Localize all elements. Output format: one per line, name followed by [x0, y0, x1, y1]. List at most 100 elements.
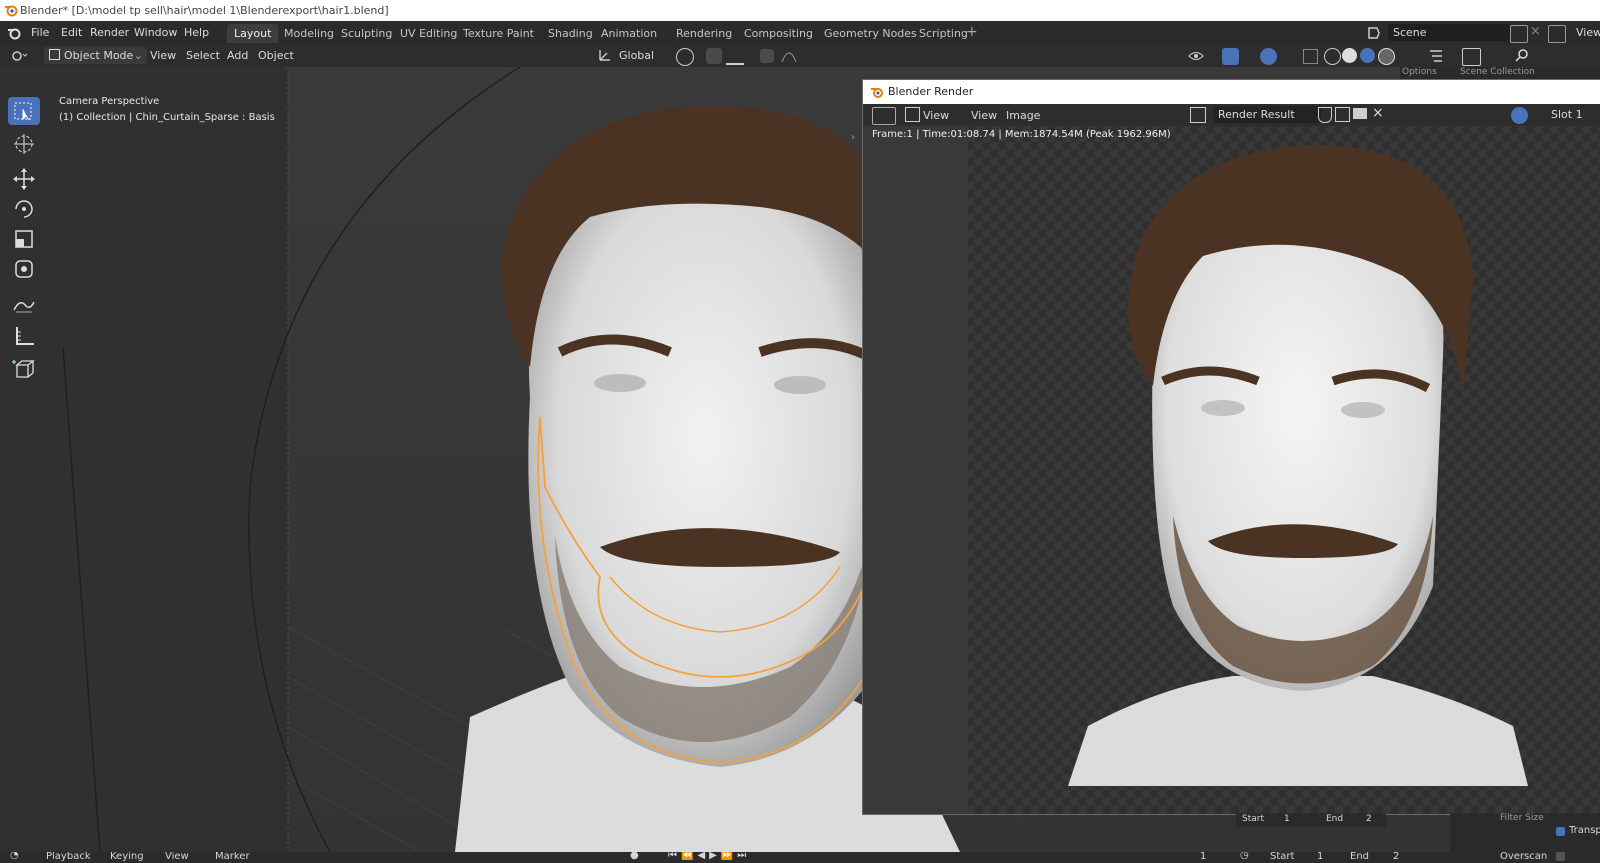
open-folder-icon[interactable]: [1353, 108, 1367, 119]
transform-orientation-icon[interactable]: [598, 48, 612, 62]
menu-object[interactable]: Object: [258, 49, 294, 62]
rotate-icon: [15, 200, 33, 218]
image-editor-type-icon[interactable]: [872, 107, 896, 125]
window-title: Blender* [D:\model tp sell\hair\model 1\…: [20, 4, 389, 17]
image-view-icon[interactable]: [905, 107, 920, 122]
snap-target-icon[interactable]: [726, 49, 744, 65]
menu-add[interactable]: Add: [227, 49, 248, 62]
view-mode-dropdown[interactable]: View: [923, 109, 949, 122]
menu-render[interactable]: Render: [90, 26, 129, 39]
chevron-right-icon[interactable]: ›: [851, 132, 855, 143]
render-window-title-bar: Blender Render: [863, 80, 1600, 104]
close-scene-icon[interactable]: ×: [1530, 24, 1541, 39]
outliner-filter-icon[interactable]: [1428, 48, 1448, 64]
add-cube-tool[interactable]: [8, 355, 40, 383]
search-icon[interactable]: [1514, 48, 1530, 64]
xray-toggle-icon[interactable]: [1303, 49, 1318, 64]
playback-controls-icon[interactable]: ⏮⏪◀▶⏩⏭: [668, 852, 750, 861]
menu-view[interactable]: View: [150, 49, 176, 62]
transparent-checkbox[interactable]: [1556, 827, 1565, 836]
measure-tool[interactable]: [8, 322, 40, 350]
view-layer-icon[interactable]: [1548, 25, 1566, 43]
menu-edit[interactable]: Edit: [61, 26, 82, 39]
orientation-label: Global: [619, 49, 655, 62]
tab-texture-paint[interactable]: Texture Paint: [456, 24, 541, 43]
menu-keying[interactable]: Keying: [110, 852, 144, 862]
tab-shading[interactable]: Shading: [541, 24, 600, 43]
timeline-row: ◔ Playback Keying View Marker ● ⏮⏪◀▶⏩⏭ 1…: [0, 852, 1600, 863]
tab-animation[interactable]: Animation: [594, 24, 664, 43]
viewport-header: Object Mode ⌄ View Select Add Object Glob…: [0, 45, 1600, 68]
render-result-canvas[interactable]: › Frame:1 | Time:01:08.74 | Mem:1874.54M…: [851, 126, 1600, 814]
timeline-end-value[interactable]: 2: [1393, 852, 1399, 862]
outliner-strip: Options Scene Collection: [1400, 67, 1600, 79]
frame-end-value[interactable]: 2: [1366, 814, 1372, 824]
record-keyframe-icon[interactable]: ●: [630, 852, 639, 861]
orientation-dropdown[interactable]: Global: [614, 47, 676, 64]
current-frame-field[interactable]: 1: [1200, 852, 1206, 862]
image-browse-icon[interactable]: [1190, 107, 1206, 123]
menu-view[interactable]: View: [165, 852, 189, 862]
menu-view[interactable]: View: [971, 109, 997, 122]
tab-sculpting[interactable]: Sculpting: [334, 24, 399, 43]
visibility-eye-icon[interactable]: [1188, 48, 1204, 64]
timeline-editor-icon[interactable]: ◔: [10, 852, 19, 861]
view-layer-name[interactable]: ViewL: [1576, 26, 1600, 39]
menu-marker[interactable]: Marker: [215, 852, 250, 862]
tab-uv-editing[interactable]: UV Editing: [393, 24, 464, 43]
overlays-toggle-icon[interactable]: [1260, 48, 1277, 65]
material-preview-icon[interactable]: [1360, 48, 1375, 63]
menu-image[interactable]: Image: [1006, 109, 1040, 122]
gizmo-toggle-icon[interactable]: [1222, 48, 1239, 65]
cursor-tool[interactable]: [8, 130, 40, 158]
timeline-start-value[interactable]: 1: [1317, 852, 1323, 862]
transform-tool[interactable]: [8, 255, 40, 283]
tab-rendering[interactable]: Rendering: [669, 24, 739, 43]
render-image: [863, 126, 1600, 814]
clock-icon[interactable]: ◷: [1240, 852, 1249, 861]
transform-icon: [15, 260, 33, 278]
rotate-tool[interactable]: [8, 195, 40, 223]
annotate-tool[interactable]: [8, 290, 40, 318]
frame-start-value[interactable]: 1: [1284, 814, 1290, 824]
add-workspace-button[interactable]: +: [966, 24, 978, 40]
move-tool[interactable]: [8, 165, 40, 193]
close-image-icon[interactable]: ×: [1372, 105, 1384, 121]
blender-menu-icon[interactable]: [6, 25, 22, 41]
menu-window[interactable]: Window: [134, 26, 177, 39]
wireframe-shading-icon[interactable]: [1324, 48, 1341, 65]
fake-user-shield-icon[interactable]: [1318, 107, 1332, 123]
solid-shading-icon[interactable]: [1342, 48, 1357, 63]
falloff-icon[interactable]: [780, 48, 798, 64]
select-box-icon: [14, 102, 32, 121]
options-label[interactable]: Options: [1402, 67, 1437, 77]
menu-playback[interactable]: Playback: [46, 852, 91, 862]
tab-layout[interactable]: Layout: [227, 24, 279, 43]
tab-geometry-nodes[interactable]: Geometry Nodes: [817, 24, 924, 43]
overscan-checkbox[interactable]: [1556, 852, 1565, 861]
slot-dropdown[interactable]: Slot 1: [1546, 106, 1600, 123]
proportional-edit-icon[interactable]: [760, 49, 774, 63]
display-channels-icon[interactable]: [1511, 107, 1528, 124]
tab-compositing[interactable]: Compositing: [737, 24, 820, 43]
snap-toggle-icon[interactable]: [706, 48, 722, 64]
scene-icon[interactable]: [1365, 24, 1385, 42]
pivot-point-icon[interactable]: [676, 48, 694, 66]
render-window-title: Blender Render: [888, 85, 974, 98]
scene-selector[interactable]: Scene: [1388, 24, 1510, 41]
new-scene-icon[interactable]: [1510, 25, 1528, 43]
object-mode-icon: [49, 49, 60, 60]
menu-help[interactable]: Help: [184, 26, 209, 39]
scale-tool[interactable]: [8, 225, 40, 253]
display-mode-icon[interactable]: [1462, 48, 1481, 66]
select-box-tool[interactable]: [8, 97, 40, 125]
mode-dropdown[interactable]: Object Mode ⌄: [44, 47, 147, 64]
editor-type-icon[interactable]: [10, 48, 28, 64]
rendered-shading-icon[interactable]: [1378, 48, 1395, 65]
render-window[interactable]: Blender Render View View Image Render Re…: [851, 79, 1600, 815]
tab-modeling[interactable]: Modeling: [277, 24, 341, 43]
menu-file[interactable]: File: [31, 26, 49, 39]
menu-select[interactable]: Select: [186, 49, 220, 62]
image-name-field[interactable]: Render Result: [1213, 106, 1321, 123]
new-image-icon[interactable]: [1335, 107, 1350, 122]
